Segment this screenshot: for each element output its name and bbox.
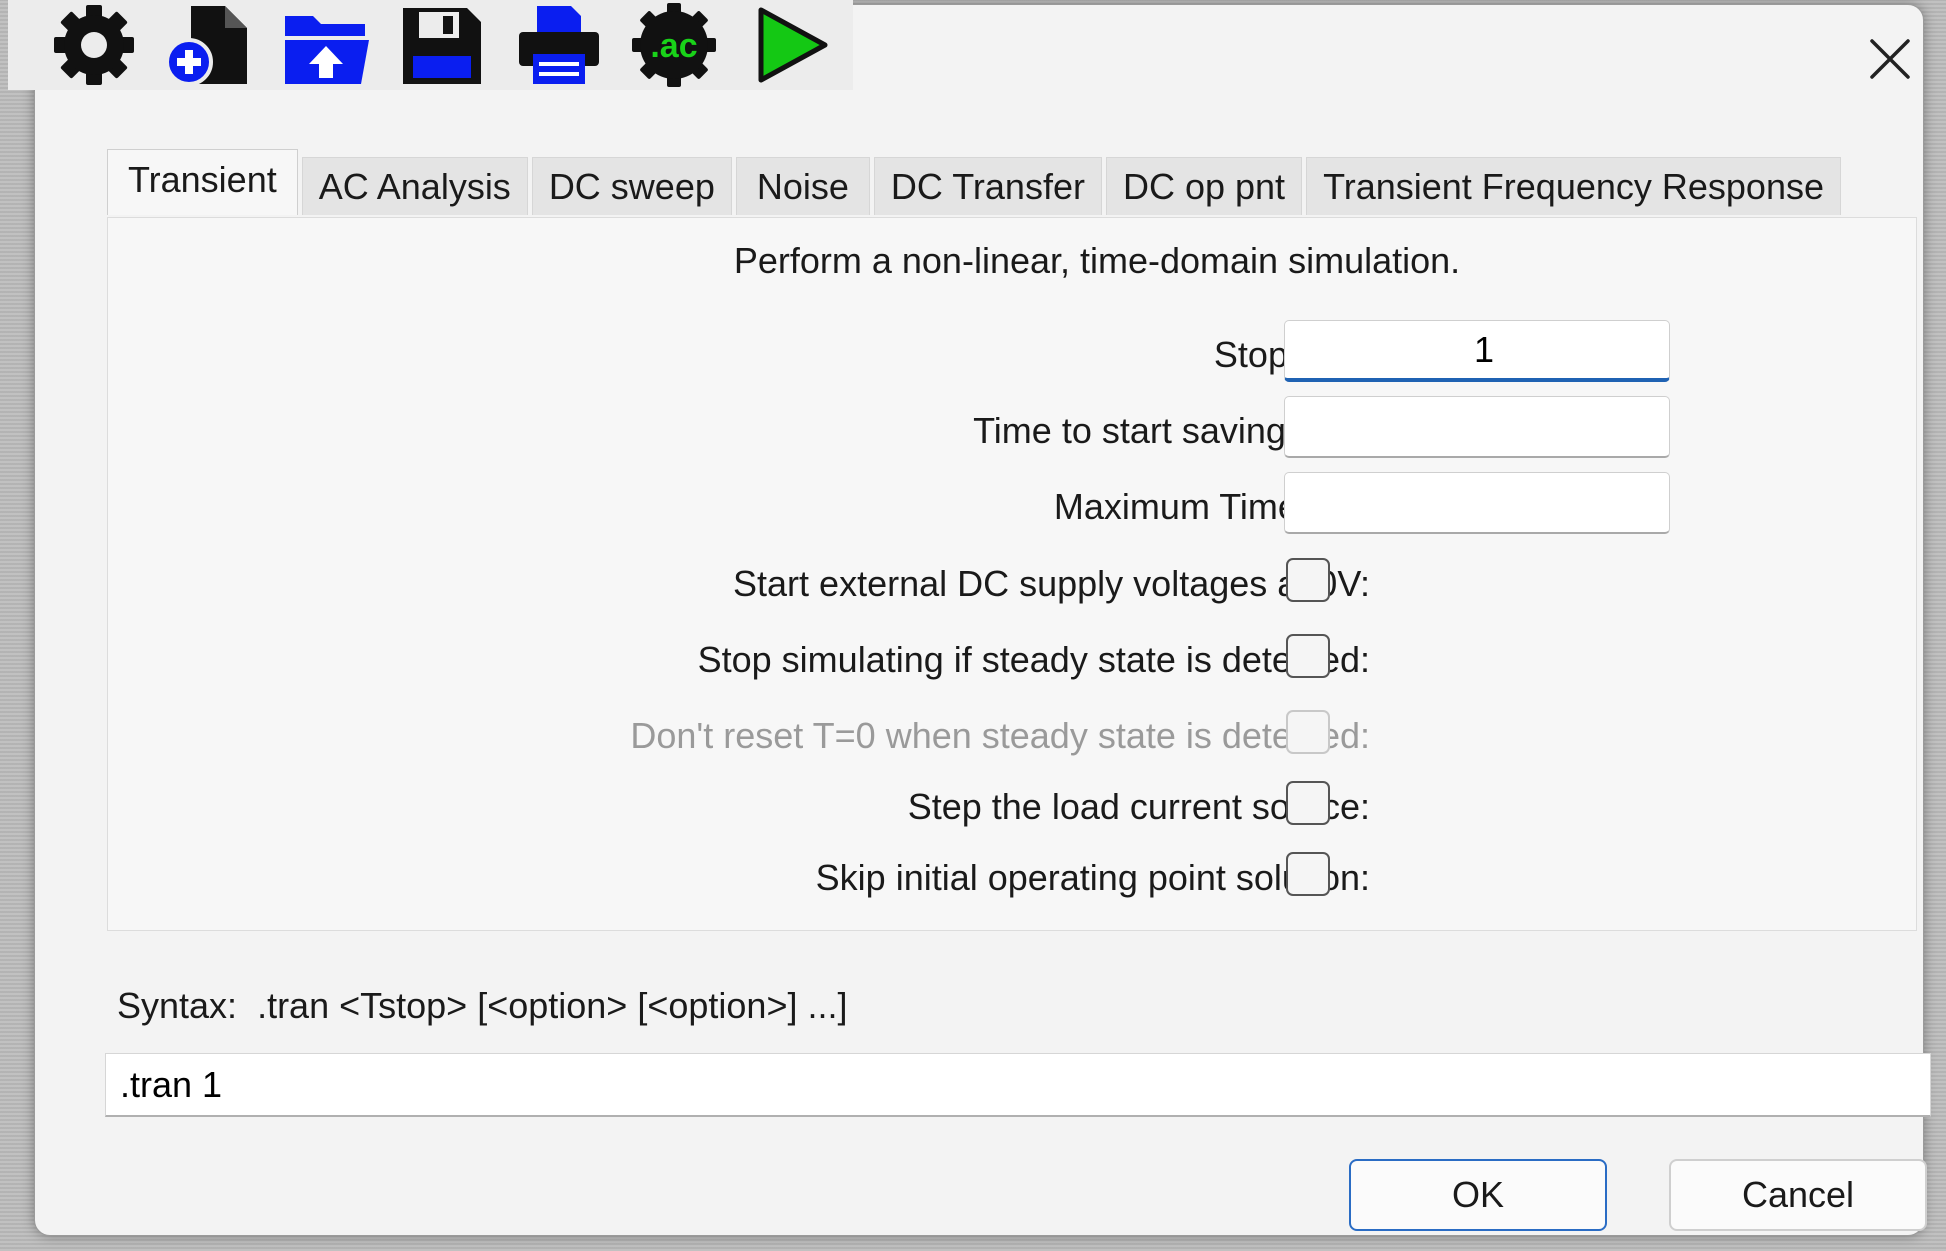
toolbar: .ac (8, 0, 853, 90)
print-icon (519, 6, 599, 84)
new-file-icon (165, 6, 247, 86)
tab-dc-op-pnt[interactable]: DC op pnt (1105, 157, 1303, 215)
new-file-button[interactable] (164, 0, 256, 91)
ac-icon-label: .ac (650, 27, 697, 65)
start-saving-input[interactable] (1284, 396, 1670, 458)
tab-transient-frequency-response[interactable]: Transient Frequency Response (1306, 157, 1841, 215)
settings-icon (54, 5, 134, 85)
tab-transient[interactable]: Transient (107, 149, 298, 215)
settings-button[interactable] (48, 0, 140, 91)
tab-dc-sweep[interactable]: DC sweep (531, 157, 732, 215)
save-button[interactable] (396, 0, 488, 91)
save-icon (403, 8, 481, 84)
print-button[interactable] (512, 0, 604, 91)
analysis-tabs: Transient AC Analysis DC sweep Noise DC … (107, 149, 1845, 215)
ok-button[interactable]: OK (1349, 1159, 1607, 1231)
transient-panel: Perform a non-linear, time-domain simula… (107, 217, 1917, 931)
command-line-input[interactable] (105, 1053, 1931, 1117)
stop-time-input[interactable] (1284, 320, 1670, 382)
run-icon (758, 7, 828, 83)
stop-steady-state-checkbox[interactable] (1286, 634, 1330, 678)
close-button[interactable] (1855, 27, 1925, 91)
step-load-checkbox[interactable] (1286, 781, 1330, 825)
skip-op-point-checkbox[interactable] (1286, 852, 1330, 896)
tab-dc-transfer[interactable]: DC Transfer (873, 157, 1102, 215)
start-dc-zero-checkbox[interactable] (1286, 558, 1330, 602)
start-dc-zero-label: Start external DC supply voltages at 0V: (733, 563, 1370, 604)
simulation-settings-dialog: Transient AC Analysis DC sweep Noise DC … (34, 4, 1931, 1236)
open-folder-button[interactable] (280, 0, 372, 91)
cancel-button[interactable]: Cancel (1669, 1159, 1927, 1231)
tab-description: Perform a non-linear, time-domain simula… (733, 240, 1461, 281)
ac-analysis-button[interactable]: .ac (628, 0, 720, 91)
tab-ac-analysis[interactable]: AC Analysis (301, 157, 528, 215)
tab-noise[interactable]: Noise (735, 157, 870, 215)
ac-icon: .ac (632, 3, 716, 87)
no-reset-t0-checkbox[interactable] (1286, 710, 1330, 754)
run-button[interactable] (744, 0, 836, 91)
close-icon (1870, 39, 1910, 79)
open-folder-icon (285, 16, 369, 84)
stop-steady-state-label: Stop simulating if steady state is detec… (697, 639, 1370, 680)
syntax-hint: Syntax: .tran <Tstop> [<option> [<option… (117, 985, 848, 1026)
no-reset-t0-label: Don't reset T=0 when steady state is det… (630, 715, 1370, 756)
max-timestep-input[interactable] (1284, 472, 1670, 534)
